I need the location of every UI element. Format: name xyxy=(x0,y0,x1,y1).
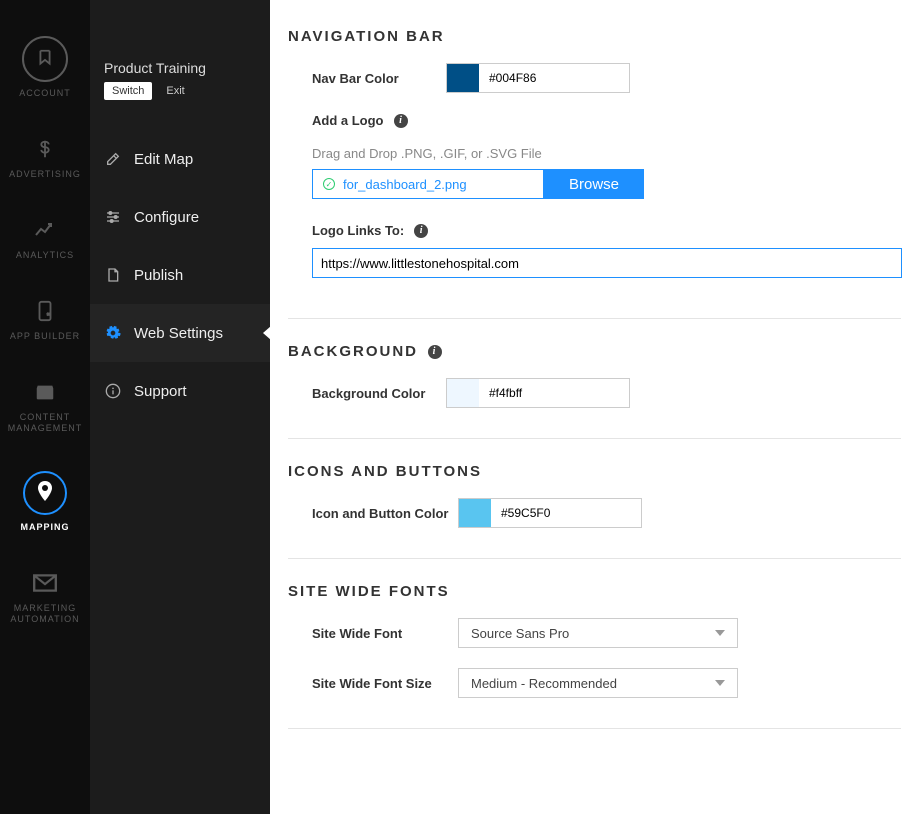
rail-item-mapping[interactable]: MAPPING xyxy=(0,452,90,551)
navbar-color-field[interactable] xyxy=(446,63,630,93)
subnav-item-web-settings[interactable]: Web Settings xyxy=(90,304,270,362)
bg-color-label: Background Color xyxy=(288,386,446,401)
chevron-down-icon xyxy=(715,630,725,636)
section-heading-text: SITE WIDE FONTS xyxy=(288,583,450,600)
section-heading-fonts: SITE WIDE FONTS xyxy=(288,583,901,600)
icon-color-row: Icon and Button Color xyxy=(288,498,901,528)
document-icon xyxy=(104,266,122,284)
browse-button[interactable]: Browse xyxy=(544,169,644,199)
font-size-row: Site Wide Font Size Medium - Recommended xyxy=(288,668,901,698)
logo-link-row: Logo Links To: i xyxy=(288,223,901,238)
info-icon[interactable]: i xyxy=(414,224,428,238)
section-divider xyxy=(288,318,901,319)
navbar-color-row: Nav Bar Color xyxy=(288,63,901,93)
add-logo-label: Add a Logo xyxy=(312,113,384,128)
subnav-title: Product Training xyxy=(90,60,270,82)
main-rail: ACCOUNT ADVERTISING ANALYTICS APP BUILDE… xyxy=(0,0,90,814)
rail-label: MARKETING AUTOMATION xyxy=(10,603,79,625)
rail-label: ADVERTISING xyxy=(9,169,81,180)
rail-label: APP BUILDER xyxy=(10,331,80,342)
bg-color-field[interactable] xyxy=(446,378,630,408)
subnav-label: Configure xyxy=(134,209,199,226)
section-heading-navigation: NAVIGATION BAR xyxy=(288,28,901,45)
envelope-icon xyxy=(31,569,59,597)
section-heading-text: NAVIGATION BAR xyxy=(288,28,445,45)
icon-color-swatch[interactable] xyxy=(459,499,491,527)
logo-file-dropzone[interactable]: ✓ for_dashboard_2.png xyxy=(312,169,544,199)
rail-item-analytics[interactable]: ANALYTICS xyxy=(0,198,90,279)
font-size-select[interactable]: Medium - Recommended xyxy=(458,668,738,698)
bg-color-input[interactable] xyxy=(479,379,629,407)
navbar-color-label: Nav Bar Color xyxy=(288,71,446,86)
add-logo-row: Add a Logo i xyxy=(288,113,901,128)
switch-button[interactable]: Switch xyxy=(104,82,152,100)
analytics-icon xyxy=(31,216,59,244)
logo-link-label: Logo Links To: xyxy=(312,223,404,238)
dollar-icon xyxy=(31,135,59,163)
font-label: Site Wide Font xyxy=(288,626,458,641)
subnav-label: Web Settings xyxy=(134,325,223,342)
font-size-select-value: Medium - Recommended xyxy=(471,676,617,691)
main-content: NAVIGATION BAR Nav Bar Color Add a Logo … xyxy=(270,0,919,814)
exit-button[interactable]: Exit xyxy=(158,82,192,100)
font-row: Site Wide Font Source Sans Pro xyxy=(288,618,901,648)
rail-label: ANALYTICS xyxy=(16,250,74,261)
info-icon[interactable]: i xyxy=(428,345,442,359)
sliders-icon xyxy=(104,208,122,226)
rail-item-app-builder[interactable]: APP BUILDER xyxy=(0,279,90,360)
font-select[interactable]: Source Sans Pro xyxy=(458,618,738,648)
logo-file-row: ✓ for_dashboard_2.png Browse xyxy=(312,169,901,199)
subnav-item-configure[interactable]: Configure xyxy=(90,188,270,246)
subnav-label: Support xyxy=(134,383,187,400)
mode-pill-row: Switch Exit xyxy=(90,82,270,130)
rail-item-advertising[interactable]: ADVERTISING xyxy=(0,117,90,198)
subnav-item-support[interactable]: Support xyxy=(90,362,270,420)
content-icon xyxy=(31,378,59,406)
logo-link-input[interactable] xyxy=(312,248,902,278)
sub-nav: Product Training Switch Exit Edit Map Co… xyxy=(90,0,270,814)
subnav-item-edit-map[interactable]: Edit Map xyxy=(90,130,270,188)
section-heading-text: BACKGROUND xyxy=(288,343,418,360)
navbar-color-swatch[interactable] xyxy=(447,64,479,92)
section-heading-background: BACKGROUND i xyxy=(288,343,901,360)
check-icon: ✓ xyxy=(323,178,335,190)
bg-color-row: Background Color xyxy=(288,378,901,408)
section-divider xyxy=(288,438,901,439)
chevron-down-icon xyxy=(715,680,725,686)
icon-color-input[interactable] xyxy=(491,499,641,527)
app-builder-icon xyxy=(31,297,59,325)
subnav-label: Publish xyxy=(134,267,183,284)
rail-label: MAPPING xyxy=(20,522,69,533)
logo-file-name: for_dashboard_2.png xyxy=(343,177,467,192)
section-divider xyxy=(288,728,901,729)
icon-color-field[interactable] xyxy=(458,498,642,528)
gear-icon xyxy=(104,324,122,342)
rail-label: CONTENT MANAGEMENT xyxy=(8,412,83,434)
font-size-label: Site Wide Font Size xyxy=(288,676,458,691)
info-icon xyxy=(104,382,122,400)
rail-item-account[interactable]: ACCOUNT xyxy=(0,18,90,117)
mapping-icon xyxy=(22,470,68,516)
section-divider xyxy=(288,558,901,559)
bg-color-swatch[interactable] xyxy=(447,379,479,407)
icon-color-label: Icon and Button Color xyxy=(288,506,458,521)
rail-item-marketing-automation[interactable]: MARKETING AUTOMATION xyxy=(0,551,90,643)
rail-item-content-management[interactable]: CONTENT MANAGEMENT xyxy=(0,360,90,452)
font-select-value: Source Sans Pro xyxy=(471,626,569,641)
section-heading-text: ICONS AND BUTTONS xyxy=(288,463,482,480)
drag-drop-hint: Drag and Drop .PNG, .GIF, or .SVG File xyxy=(288,146,901,161)
section-heading-icons: ICONS AND BUTTONS xyxy=(288,463,901,480)
account-logo-icon xyxy=(22,36,68,82)
edit-icon xyxy=(104,150,122,168)
navbar-color-input[interactable] xyxy=(479,64,629,92)
rail-label: ACCOUNT xyxy=(19,88,71,99)
subnav-item-publish[interactable]: Publish xyxy=(90,246,270,304)
subnav-label: Edit Map xyxy=(134,151,193,168)
info-icon[interactable]: i xyxy=(394,114,408,128)
